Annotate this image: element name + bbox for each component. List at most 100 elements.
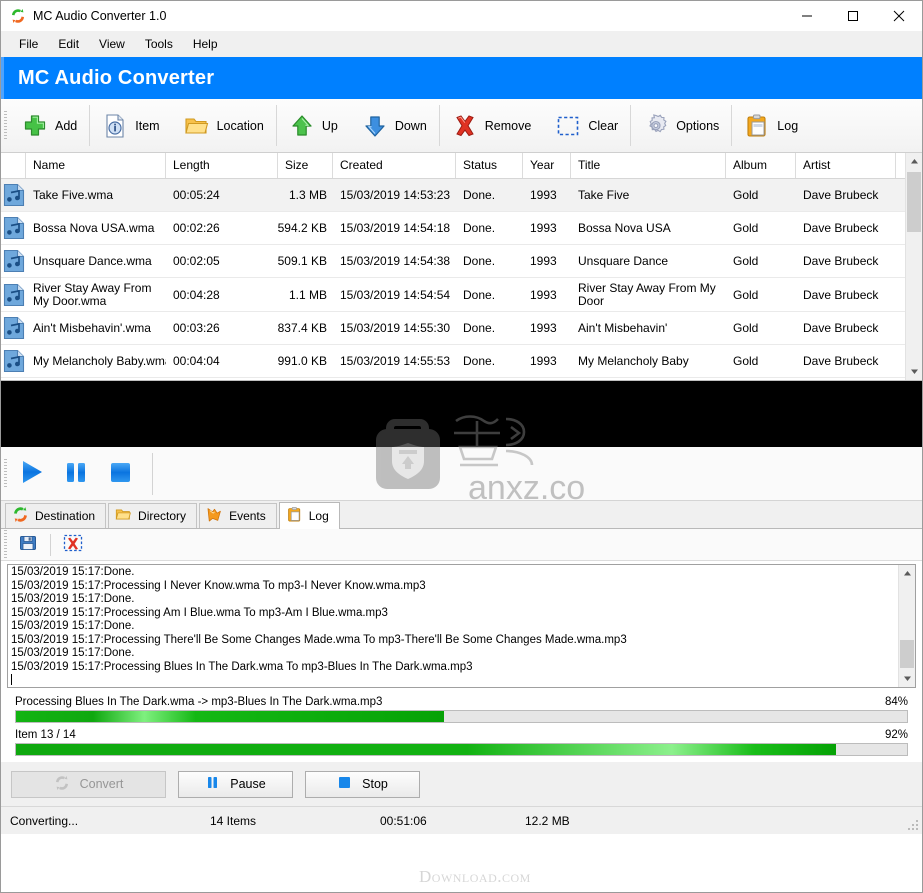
table-row[interactable]: Take Five.wma 00:05:24 1.3 MB 15/03/2019 14… [1, 179, 905, 212]
log-scroll-thumb[interactable] [900, 640, 914, 668]
cell-album: Gold [733, 321, 759, 335]
toolbar-group-move: Up Down [277, 99, 439, 152]
clear-button[interactable]: Clear [543, 99, 630, 152]
player-controls [1, 447, 922, 501]
tab-destination-label: Destination [35, 509, 96, 523]
convert-arrows-icon [54, 775, 70, 794]
menu-item-file[interactable]: File [9, 34, 48, 54]
overall-progress-labels: Item 13 / 14 92% [15, 723, 908, 743]
status-size: 12.2 MB [525, 813, 570, 828]
tab-destination[interactable]: Destination [5, 503, 107, 528]
status-state: Converting... [10, 813, 79, 828]
table-row[interactable]: Ain't Misbehavin'.wma 00:03:26 837.4 KB 15/… [1, 312, 905, 345]
log-scroll-track[interactable] [899, 582, 915, 670]
down-button[interactable]: Down [350, 99, 439, 152]
column-header-title[interactable]: Title [571, 153, 726, 178]
remove-button-label: Remove [484, 118, 532, 133]
menu-item-help[interactable]: Help [183, 34, 228, 54]
player-grip[interactable] [1, 458, 10, 489]
progress-area: Processing Blues In The Dark.wma -> mp3-… [1, 690, 922, 762]
log-toolbar [1, 529, 922, 561]
cell-size: 594.2 KB [278, 221, 327, 235]
column-header-year[interactable]: Year [523, 153, 571, 178]
table-row[interactable]: Unsquare Dance.wma 00:02:05 509.1 KB 15/03/… [1, 245, 905, 278]
column-header-status[interactable]: Status [456, 153, 523, 178]
gear-icon [643, 113, 669, 139]
file-list-scrollbar[interactable] [905, 153, 922, 380]
tab-log[interactable]: Log [278, 502, 340, 529]
toolbar-group-add: Add [10, 99, 89, 152]
column-header-icon[interactable] [1, 153, 26, 178]
clipboard-icon [744, 113, 770, 139]
up-button-label: Up [321, 118, 338, 133]
scroll-down-arrow-icon[interactable] [906, 363, 922, 380]
tab-directory[interactable]: Directory [108, 503, 198, 528]
tab-events[interactable]: Events [199, 503, 277, 528]
column-header-size[interactable]: Size [278, 153, 333, 178]
save-log-button[interactable] [10, 532, 46, 558]
file-list: Name Length Size Created Status Year Tit… [1, 153, 922, 381]
status-elapsed: 00:51:06 [380, 813, 427, 828]
cell-length: 00:04:28 [173, 287, 220, 302]
scroll-thumb[interactable] [907, 172, 921, 232]
cell-album: Gold [733, 254, 759, 268]
cell-year: 1993 [530, 354, 557, 368]
cell-year: 1993 [530, 188, 557, 202]
play-button[interactable] [10, 452, 54, 496]
add-button[interactable]: Add [10, 99, 89, 152]
audio-file-icon [1, 245, 26, 277]
log-button-label: Log [777, 118, 799, 133]
cell-name: Unsquare Dance.wma [33, 254, 152, 268]
resize-grip-icon[interactable] [907, 819, 919, 831]
table-row[interactable]: Bossa Nova USA.wma 00:02:26 594.2 KB 15/03/… [1, 212, 905, 245]
log-scroll-down-arrow-icon[interactable] [899, 670, 915, 687]
pause-button[interactable]: Pause [178, 770, 293, 798]
cell-artist: Dave Brubeck [803, 221, 879, 235]
overall-progress-label: Item 13 / 14 [15, 729, 76, 741]
item-button[interactable]: Item [90, 99, 171, 152]
cell-size: 1.3 MB [288, 188, 327, 202]
overall-progress-percent: 92% [884, 729, 908, 741]
column-header-length[interactable]: Length [166, 153, 278, 178]
menu-item-view[interactable]: View [89, 34, 135, 54]
remove-button[interactable]: Remove [440, 99, 544, 152]
column-header-name[interactable]: Name [26, 153, 166, 178]
cell-size: 1.1 MB [288, 287, 327, 302]
stop-button[interactable]: Stop [305, 770, 420, 798]
scroll-up-arrow-icon[interactable] [906, 153, 922, 170]
plus-icon [22, 113, 48, 139]
location-button[interactable]: Location [172, 99, 276, 152]
log-toolbar-grip[interactable] [1, 529, 10, 560]
table-row[interactable]: My Melancholy Baby.wma 00:04:04 991.0 KB 15… [1, 345, 905, 378]
convert-button[interactable]: Convert [11, 770, 166, 798]
minimize-icon[interactable] [784, 1, 830, 31]
log-textarea[interactable]: 15/03/2019 15:17:Done. 15/03/2019 15:17:… [7, 564, 916, 688]
toolbar-group-remove: Remove Clear [440, 99, 630, 152]
cell-year: 1993 [530, 287, 557, 302]
cell-created: 15/03/2019 14:54:18 [340, 221, 451, 235]
toolbar-grip[interactable] [1, 99, 10, 152]
column-header-created[interactable]: Created [333, 153, 456, 178]
file-progress-bar [15, 710, 908, 723]
pause-button[interactable] [54, 452, 98, 496]
preview-area [1, 381, 922, 447]
maximize-icon[interactable] [830, 1, 876, 31]
stop-button[interactable] [98, 452, 142, 496]
log-text-content[interactable]: 15/03/2019 15:17:Done. 15/03/2019 15:17:… [8, 565, 898, 687]
log-scrollbar[interactable] [898, 565, 915, 687]
column-header-album[interactable]: Album [726, 153, 796, 178]
options-button[interactable]: Options [631, 99, 731, 152]
menu-item-tools[interactable]: Tools [135, 34, 183, 54]
column-header-artist[interactable]: Artist [796, 153, 896, 178]
play-icon [17, 457, 47, 490]
scroll-track[interactable] [906, 170, 922, 363]
log-scroll-up-arrow-icon[interactable] [899, 565, 915, 582]
table-row[interactable]: River Stay Away From My Door.wma 00:04:28… [1, 278, 905, 312]
up-button[interactable]: Up [277, 99, 350, 152]
file-progress-fill [16, 711, 444, 722]
log-button[interactable]: Log [732, 99, 810, 152]
pause-icon [205, 775, 220, 793]
menu-item-edit[interactable]: Edit [48, 34, 89, 54]
clear-log-button[interactable] [55, 532, 91, 558]
close-icon[interactable] [876, 1, 922, 31]
